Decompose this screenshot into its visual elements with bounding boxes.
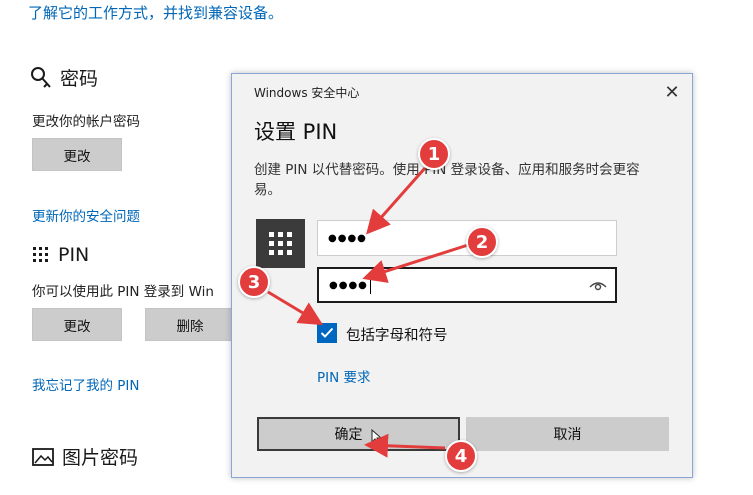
pin-description: 你可以使用此 PIN 登录到 Win bbox=[32, 284, 214, 300]
include-letters-label[interactable]: 包括字母和符号 bbox=[346, 324, 448, 345]
mouse-pointer-icon bbox=[371, 429, 382, 445]
set-pin-dialog: Windows 安全中心 ✕ 设置 PIN 创建 PIN 以代替密码。使用 PI… bbox=[231, 73, 693, 478]
dialog-description: 创建 PIN 以代替密码。使用 PIN 登录设备、应用和服务时会更容易。 bbox=[254, 162, 640, 198]
forgot-pin-link[interactable]: 我忘记了我的 PIN bbox=[32, 374, 140, 394]
pin-section-title: PIN bbox=[32, 244, 89, 266]
confirm-pin-value: ●●●● bbox=[329, 279, 368, 291]
include-letters-checkbox[interactable] bbox=[317, 323, 337, 343]
eye-icon[interactable] bbox=[589, 278, 607, 292]
keypad-icon bbox=[33, 247, 48, 262]
step-badge-4: 4 bbox=[445, 440, 477, 472]
remove-pin-button[interactable]: 删除 bbox=[145, 308, 235, 341]
close-icon[interactable]: ✕ bbox=[660, 80, 684, 104]
password-description: 更改你的帐户密码 bbox=[32, 114, 140, 130]
checkmark-icon bbox=[320, 327, 334, 338]
password-title: 密码 bbox=[60, 68, 99, 90]
change-pin-button[interactable]: 更改 bbox=[32, 308, 122, 341]
step-badge-1: 1 bbox=[418, 138, 450, 170]
security-question-link[interactable]: 更新你的安全问题 bbox=[32, 205, 140, 225]
key-icon bbox=[31, 66, 51, 88]
step-badge-2: 2 bbox=[466, 226, 498, 258]
dialog-window-title: Windows 安全中心 bbox=[254, 86, 360, 100]
cancel-button[interactable]: 取消 bbox=[466, 417, 669, 451]
confirm-pin-input[interactable]: ●●●● bbox=[317, 267, 617, 303]
picture-password-section-title: 图片密码 bbox=[32, 443, 138, 470]
password-section-title: 密码 bbox=[30, 64, 98, 91]
ok-button-label: 确定 bbox=[334, 427, 363, 443]
intro-link[interactable]: 了解它的工作方式，并找到兼容设备。 bbox=[28, 2, 283, 23]
keypad-icon bbox=[256, 219, 305, 268]
picture-password-title: 图片密码 bbox=[62, 447, 139, 469]
pin-requirements-link[interactable]: PIN 要求 bbox=[317, 366, 371, 386]
change-password-button[interactable]: 更改 bbox=[32, 138, 122, 171]
ok-button[interactable]: 确定 bbox=[257, 417, 460, 451]
text-cursor bbox=[369, 276, 371, 294]
step-badge-3: 3 bbox=[238, 266, 270, 298]
dialog-heading: 设置 PIN bbox=[254, 120, 338, 144]
picture-icon bbox=[32, 447, 54, 466]
pin-title: PIN bbox=[58, 244, 90, 266]
new-pin-value: ●●●● bbox=[328, 232, 367, 244]
